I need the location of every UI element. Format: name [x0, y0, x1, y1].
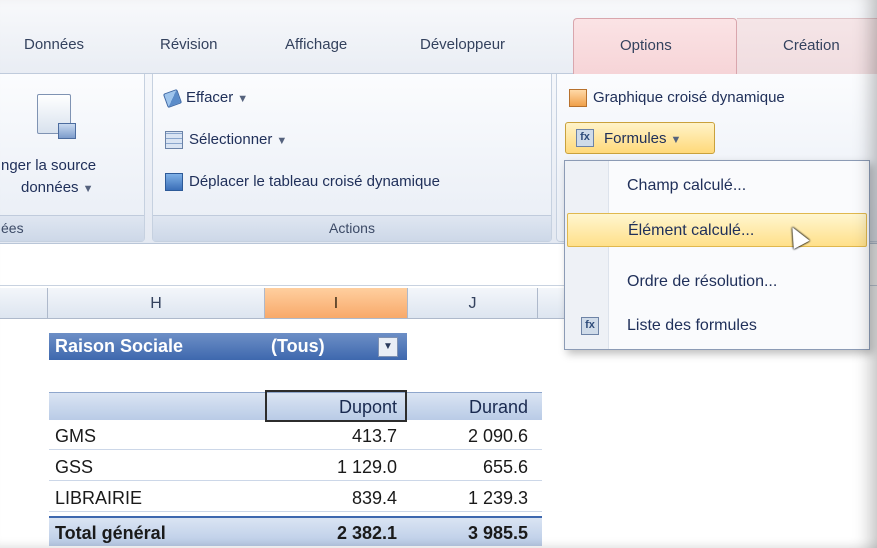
table-row: LIBRAIRIE 839.4 1 239.3: [49, 484, 542, 512]
chevron-down-icon: ▼: [82, 183, 94, 195]
eraser-icon: [162, 88, 183, 108]
move-label: Déplacer le tableau croisé dynamique: [189, 173, 440, 190]
clear-label: Effacer: [186, 89, 234, 106]
active-cell-outline: [265, 390, 407, 422]
tab-developpeur[interactable]: Développeur: [420, 36, 505, 58]
tab-creation[interactable]: Création: [737, 18, 877, 74]
change-source-label-1[interactable]: nger la source: [1, 154, 96, 178]
tab-options[interactable]: Options: [573, 18, 737, 75]
column-header-h[interactable]: H: [48, 288, 265, 319]
ribbon-tab-bar: Données Révision Affichage Développeur O…: [0, 0, 877, 75]
tab-revision[interactable]: Révision: [160, 36, 218, 58]
pivot-chart-button[interactable]: Graphique croisé dynamique: [569, 86, 785, 110]
total-label[interactable]: Total général: [55, 518, 166, 548]
cell-value[interactable]: 839.4: [265, 484, 405, 512]
menu-item-list-formulas[interactable]: fx Liste des formules: [567, 309, 867, 343]
cell-value[interactable]: 655.6: [408, 453, 534, 481]
table-row: GMS 413.7 2 090.6: [49, 422, 542, 450]
select-button[interactable]: Sélectionner ▼: [165, 128, 287, 152]
tab-creation-label: Création: [783, 37, 840, 54]
menu-item-solve-order[interactable]: Ordre de résolution...: [567, 265, 867, 299]
menu-item-calculated-item[interactable]: Élément calculé...: [567, 213, 867, 247]
cell-value[interactable]: 2 090.6: [408, 422, 534, 450]
pivot-col-durand[interactable]: Durand: [408, 393, 534, 421]
cell-value[interactable]: 413.7: [265, 422, 405, 450]
pivot-chart-label: Graphique croisé dynamique: [593, 89, 785, 106]
row-label[interactable]: GMS: [55, 422, 96, 450]
select-label: Sélectionner: [189, 131, 273, 148]
column-header-j[interactable]: J: [408, 288, 538, 319]
formulas-dropdown-menu: Champ calculé... Élément calculé... Ordr…: [564, 160, 870, 350]
column-header-g[interactable]: [0, 288, 48, 319]
data-group: nger la source données ▼ ées: [0, 74, 145, 242]
list-formulas-icon: fx: [581, 317, 599, 335]
tab-affichage[interactable]: Affichage: [285, 36, 347, 58]
move-table-icon: [165, 173, 183, 192]
filter-dropdown-icon[interactable]: ▼: [378, 337, 398, 357]
tab-donnees[interactable]: Données: [24, 36, 84, 58]
clear-button[interactable]: Effacer ▼: [162, 86, 249, 110]
move-pivot-button[interactable]: Déplacer le tableau croisé dynamique: [165, 170, 440, 194]
cell-value[interactable]: 1 239.3: [408, 484, 534, 512]
column-header-i[interactable]: I: [265, 288, 408, 319]
data-group-label: ées: [0, 215, 144, 241]
actions-group-label: Actions: [153, 215, 551, 241]
cell-value[interactable]: 1 129.0: [265, 453, 405, 481]
select-table-icon: [165, 131, 183, 150]
grand-total-row: Total général 2 382.1 3 985.5: [49, 516, 542, 546]
pivot-filter-field: Raison Sociale: [49, 333, 257, 360]
chevron-down-icon: ▼: [670, 134, 682, 146]
menu-item-calculated-field[interactable]: Champ calculé...: [567, 169, 867, 203]
row-label[interactable]: LIBRAIRIE: [55, 484, 142, 512]
row-label[interactable]: GSS: [55, 453, 93, 481]
actions-group: Effacer ▼ Sélectionner ▼ Déplacer le table…: [152, 74, 552, 242]
total-value[interactable]: 3 985.5: [408, 518, 534, 548]
change-source-button[interactable]: données ▼: [21, 176, 93, 200]
chevron-down-icon: ▼: [237, 93, 249, 105]
table-row: GSS 1 129.0 655.6: [49, 453, 542, 481]
formula-icon: fx: [576, 129, 594, 147]
total-value[interactable]: 2 382.1: [265, 518, 405, 548]
formulas-button[interactable]: fx Formules ▼: [565, 122, 715, 154]
tab-options-label: Options: [620, 37, 672, 54]
change-source-label-2: données: [21, 179, 79, 196]
change-source-icon[interactable]: [37, 94, 76, 139]
chevron-down-icon: ▼: [276, 135, 288, 147]
formulas-label: Formules ▼: [604, 130, 682, 147]
pivot-chart-icon: [569, 89, 587, 108]
